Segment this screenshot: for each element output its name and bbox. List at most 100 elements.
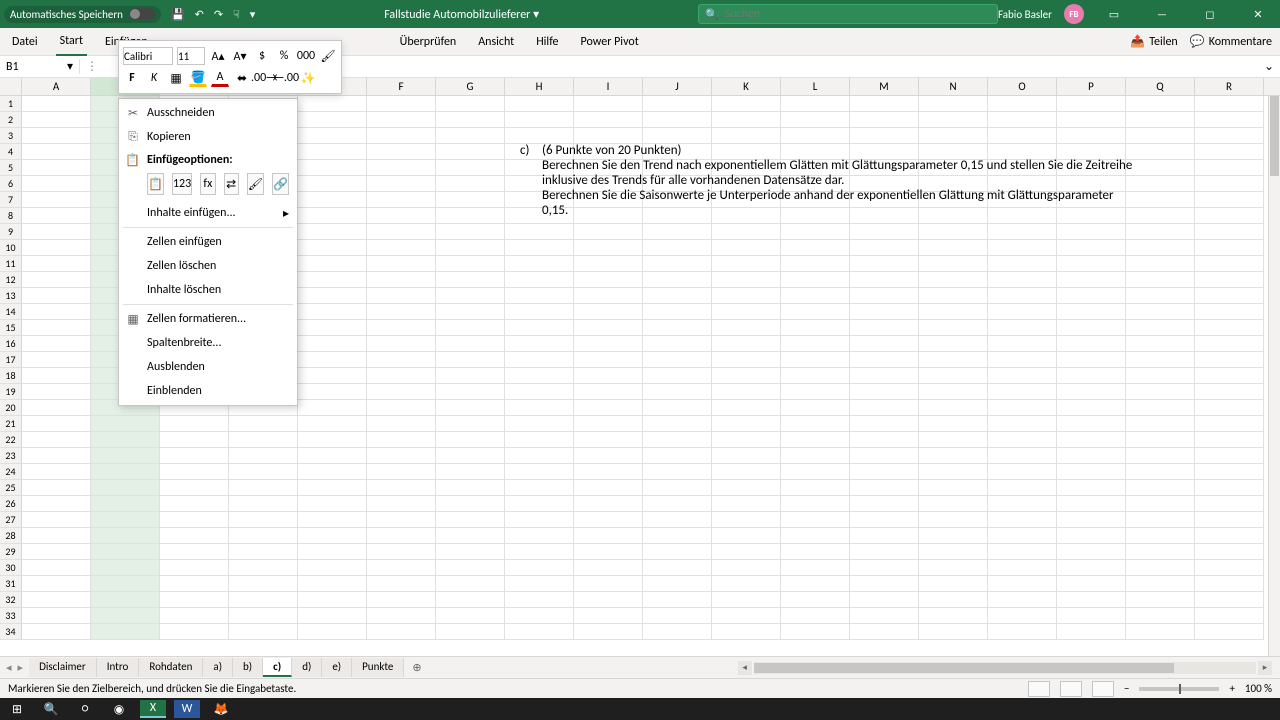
autosave-switch[interactable] — [129, 8, 155, 20]
row-header[interactable]: 4 — [0, 144, 22, 160]
name-box-dropdown-icon[interactable]: ▾ — [67, 59, 73, 74]
col-header-k[interactable]: K — [712, 78, 781, 95]
obs-icon[interactable]: ◉ — [106, 700, 132, 718]
row-header[interactable]: 30 — [0, 560, 22, 576]
row-header[interactable]: 17 — [0, 352, 22, 368]
tab-ansicht[interactable]: Ansicht — [474, 29, 518, 55]
col-header-j[interactable]: J — [643, 78, 712, 95]
row-header[interactable]: 25 — [0, 480, 22, 496]
taskbar-search-icon[interactable]: 🔍 — [38, 700, 64, 718]
font-color-icon[interactable]: A — [211, 69, 229, 87]
col-header-q[interactable]: Q — [1126, 78, 1195, 95]
search-box[interactable]: 🔍 — [698, 4, 998, 24]
row-header[interactable]: 22 — [0, 432, 22, 448]
col-header-p[interactable]: P — [1057, 78, 1126, 95]
redo-icon[interactable]: ↷ — [214, 8, 223, 21]
row-header[interactable]: 5 — [0, 160, 22, 176]
col-header-h[interactable]: H — [505, 78, 574, 95]
page-layout-view-icon[interactable] — [1060, 681, 1082, 697]
cortana-icon[interactable]: ○ — [72, 700, 98, 718]
row-header[interactable]: 33 — [0, 608, 22, 624]
menu-clear-contents[interactable]: Inhalte löschen — [119, 278, 297, 302]
zoom-slider[interactable] — [1139, 687, 1219, 691]
row-header[interactable]: 16 — [0, 336, 22, 352]
italic-icon[interactable]: K — [145, 69, 163, 87]
select-all-corner[interactable] — [0, 78, 22, 95]
row-header[interactable]: 12 — [0, 272, 22, 288]
row-header[interactable]: 14 — [0, 304, 22, 320]
sheet-tab-disclaimer[interactable]: Disclaimer — [29, 658, 97, 677]
hscroll-right-icon[interactable]: ▸ — [1258, 661, 1272, 675]
col-header-m[interactable]: M — [850, 78, 919, 95]
sheet-nav-first-icon[interactable]: ◂ — [6, 661, 12, 674]
row-header[interactable]: 20 — [0, 400, 22, 416]
row-header[interactable]: 24 — [0, 464, 22, 480]
search-input[interactable] — [725, 7, 991, 21]
maximize-button[interactable]: ◻ — [1192, 0, 1228, 28]
row-header[interactable]: 26 — [0, 496, 22, 512]
col-header-f[interactable]: F — [367, 78, 436, 95]
row-header[interactable]: 31 — [0, 576, 22, 592]
col-header-l[interactable]: L — [781, 78, 850, 95]
sheet-nav-last-icon[interactable]: ▸ — [18, 661, 24, 674]
row-header[interactable]: 21 — [0, 416, 22, 432]
share-button[interactable]: 📤 Teilen — [1130, 34, 1178, 49]
row-header[interactable]: 23 — [0, 448, 22, 464]
decrease-font-icon[interactable]: A▾ — [231, 47, 249, 65]
row-header[interactable]: 29 — [0, 544, 22, 560]
row-header[interactable]: 13 — [0, 288, 22, 304]
row-header[interactable]: 3 — [0, 128, 22, 144]
row-header[interactable]: 6 — [0, 176, 22, 192]
row-header[interactable]: 11 — [0, 256, 22, 272]
add-sheet-button[interactable]: ⊕ — [404, 661, 429, 674]
zoom-out-icon[interactable]: − — [1124, 682, 1129, 695]
ribbon-mode-icon[interactable]: ▭ — [1096, 0, 1132, 28]
normal-view-icon[interactable] — [1028, 681, 1050, 697]
format-painter-icon[interactable]: 🖌 — [319, 47, 337, 65]
menu-copy[interactable]: ⎘ Kopieren — [119, 125, 297, 149]
row-header[interactable]: 10 — [0, 240, 22, 256]
col-header-a[interactable]: A — [22, 78, 91, 95]
row-header[interactable]: 18 — [0, 368, 22, 384]
row-header[interactable]: 34 — [0, 624, 22, 640]
paste-formulas-icon[interactable]: fx — [200, 173, 215, 195]
merge-icon[interactable]: ⬌ — [233, 69, 251, 87]
sheet-tab-intro[interactable]: Intro — [97, 658, 140, 677]
start-menu-icon[interactable]: ⊞ — [4, 700, 30, 718]
sheet-tab-c[interactable]: c) — [263, 658, 292, 677]
increase-decimal-icon[interactable]: ←.00 — [277, 69, 295, 87]
menu-hide[interactable]: Ausblenden — [119, 355, 297, 379]
comments-button[interactable]: 💬 Kommentare — [1190, 34, 1272, 49]
paste-transpose-icon[interactable]: ⇄ — [224, 173, 239, 195]
row-header[interactable]: 8 — [0, 208, 22, 224]
menu-paste-special[interactable]: Inhalte einfügen... ▸ — [119, 201, 297, 225]
menu-format-cells[interactable]: ▦ Zellen formatieren... — [119, 307, 297, 331]
row-header[interactable]: 2 — [0, 112, 22, 128]
sheet-tab-punkte[interactable]: Punkte — [352, 658, 404, 677]
name-box[interactable]: B1 ▾ — [0, 59, 80, 74]
row-header[interactable]: 9 — [0, 224, 22, 240]
col-header-i[interactable]: I — [574, 78, 643, 95]
paste-link-icon[interactable]: 🔗 — [272, 173, 289, 195]
decrease-decimal-icon[interactable]: .00→ — [255, 69, 273, 87]
font-name-input[interactable] — [123, 47, 173, 65]
increase-font-icon[interactable]: A▴ — [209, 47, 227, 65]
comma-format-icon[interactable]: 000 — [297, 47, 315, 65]
row-header[interactable]: 27 — [0, 512, 22, 528]
page-break-view-icon[interactable] — [1092, 681, 1114, 697]
row-header[interactable]: 7 — [0, 192, 22, 208]
horizontal-scrollbar[interactable]: ◂ ▸ — [738, 661, 1272, 675]
menu-delete-cells[interactable]: Zellen löschen — [119, 254, 297, 278]
menu-insert-cells[interactable]: Zellen einfügen — [119, 230, 297, 254]
row-header[interactable]: 28 — [0, 528, 22, 544]
touch-mode-icon[interactable]: ☟ — [233, 8, 240, 21]
col-header-o[interactable]: O — [988, 78, 1057, 95]
zoom-level[interactable]: 100 % — [1245, 682, 1272, 695]
excel-taskbar-icon[interactable]: X — [140, 700, 166, 718]
row-header[interactable]: 19 — [0, 384, 22, 400]
sheet-nav-buttons[interactable]: ◂ ▸ — [0, 661, 29, 674]
paste-formatting-icon[interactable]: 🖌 — [247, 173, 264, 195]
expand-formula-bar-icon[interactable]: ⌄ — [1258, 59, 1280, 74]
minimize-button[interactable]: — — [1144, 0, 1180, 28]
sheet-tab-e[interactable]: e) — [322, 658, 352, 677]
